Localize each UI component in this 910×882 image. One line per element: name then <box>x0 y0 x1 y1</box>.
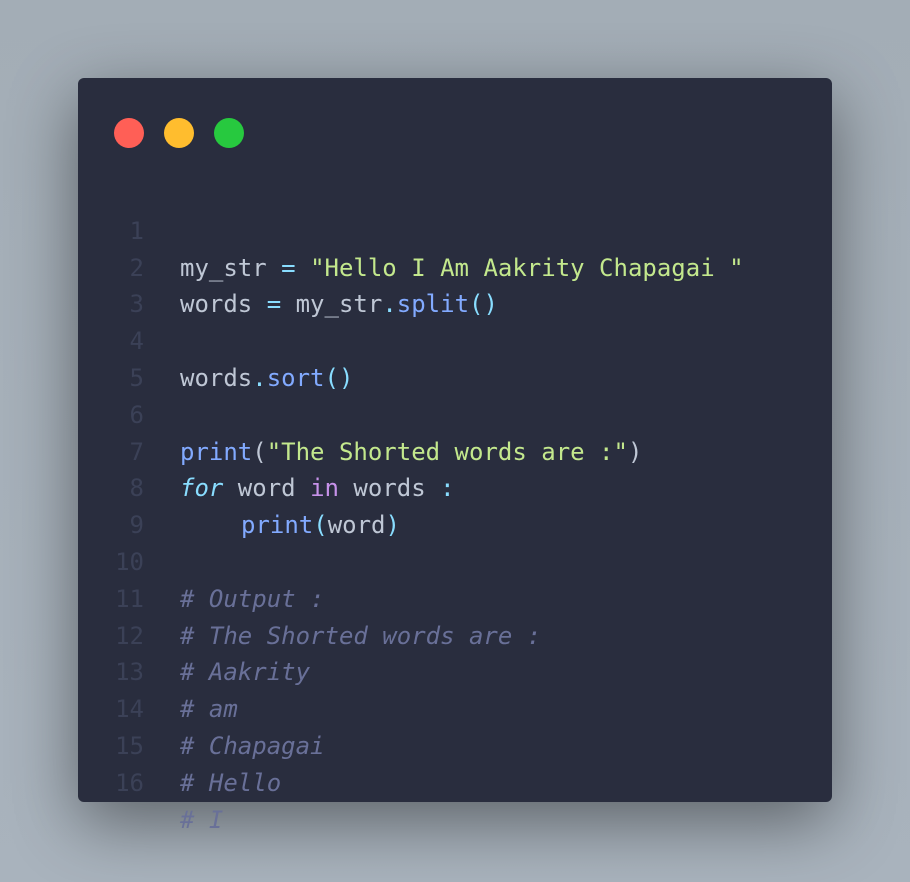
line-content: # Hello <box>180 768 282 797</box>
code-line-10: 10 # Output : <box>78 507 832 613</box>
code-editor: 1 my_str = "Hello I Am Aakrity Chapagai … <box>78 176 832 834</box>
minimize-button[interactable] <box>164 118 194 148</box>
line-content: # I <box>180 805 224 834</box>
code-line-8: 8 print(word) <box>78 434 832 539</box>
code-line-14: 14 # Chapagai <box>78 654 832 760</box>
code-line-3: 3 <box>78 250 832 318</box>
code-line-5: 5 <box>78 323 832 392</box>
code-line-12: 12 # Aakrity <box>78 581 832 687</box>
code-line-16: 16 # I <box>78 728 832 834</box>
code-line-1: 1 my_str = "Hello I Am Aakrity Chapagai … <box>78 176 832 282</box>
code-line-15: 15 # Hello <box>78 691 832 797</box>
maximize-button[interactable] <box>214 118 244 148</box>
code-line-2: 2 words = my_str.split() <box>78 213 832 319</box>
code-line-11: 11 # The Shorted words are : <box>78 544 832 650</box>
code-line-9: 9 <box>78 470 832 539</box>
line-number: 16 <box>115 768 144 797</box>
close-button[interactable] <box>114 118 144 148</box>
code-line-4: 4 words.sort() <box>78 286 832 392</box>
code-line-7: 7 for word in words : <box>78 397 832 503</box>
code-window: 1 my_str = "Hello I Am Aakrity Chapagai … <box>78 78 832 834</box>
code-line-6: 6 print("The Shorted words are :") <box>78 360 832 466</box>
code-line-13: 13 # am <box>78 618 832 723</box>
